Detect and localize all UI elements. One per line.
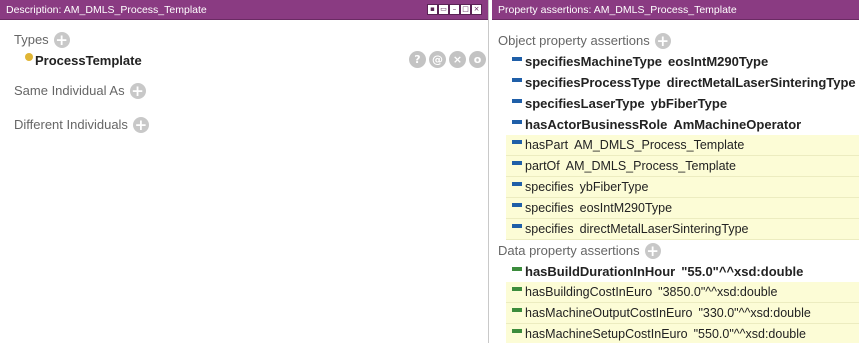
- add-same-individual-button[interactable]: +: [129, 83, 146, 99]
- data-property-icon: [512, 329, 522, 333]
- assertion-row[interactable]: hasBuildingCostInEuro "3850.0"^^xsd:doubl…: [506, 282, 859, 303]
- property-name: hasMachineSetupCostInEuro: [525, 326, 688, 341]
- class-dot-icon: [25, 53, 33, 61]
- assertion-row[interactable]: partOf AM_DMLS_Process_Template: [506, 156, 859, 177]
- same-individual-label: Same Individual As: [14, 83, 125, 98]
- maximize-icon[interactable]: □: [460, 4, 471, 15]
- delete-icon[interactable]: ×: [449, 51, 466, 68]
- property-value: "330.0"^^xsd:double: [698, 305, 811, 320]
- edit-icon[interactable]: o: [469, 51, 486, 68]
- property-value: eosIntM290Type: [579, 200, 673, 215]
- property-value: ybFiberType: [650, 96, 728, 111]
- object-property-assertions-label: Object property assertions: [498, 33, 650, 48]
- assertion-row[interactable]: specifiesMachineType eosIntM290Type: [506, 51, 859, 72]
- property-value: "55.0"^^xsd:double: [681, 264, 804, 279]
- data-property-assertions-list: hasBuildDurationInHour "55.0"^^xsd:double…: [506, 261, 859, 343]
- property-name: hasMachineOutputCostInEuro: [525, 305, 693, 320]
- property-name: specifies: [525, 221, 574, 236]
- object-property-icon: [512, 98, 522, 103]
- property-assertions-panel: Property assertions: AM_DMLS_Process_Tem…: [492, 0, 859, 343]
- add-object-property-button[interactable]: +: [654, 33, 671, 49]
- object-property-icon: [512, 161, 522, 165]
- object-property-assertions-list: specifiesMachineType eosIntM290Type specif…: [506, 51, 859, 240]
- property-value: AmMachineOperator: [673, 117, 802, 132]
- assertion-row[interactable]: hasPart AM_DMLS_Process_Template: [506, 135, 859, 156]
- assertion-row[interactable]: specifies directMetalLaserSinteringType: [506, 219, 859, 240]
- same-individual-header: Same Individual As +: [14, 80, 146, 102]
- data-property-assertions-label: Data property assertions: [498, 243, 640, 258]
- property-value: directMetalLaserSinteringType: [666, 75, 856, 90]
- property-value: eosIntM290Type: [668, 54, 769, 69]
- assertion-row[interactable]: specifiesProcessType directMetalLaserSint…: [506, 72, 859, 93]
- property-name: specifies: [525, 179, 574, 194]
- property-value: directMetalLaserSinteringType: [579, 221, 749, 236]
- data-property-assertions-header: Data property assertions +: [498, 240, 661, 262]
- types-label: Types: [14, 32, 49, 47]
- close-icon[interactable]: ×: [471, 4, 482, 15]
- pin-icon[interactable]: ▪: [427, 4, 438, 15]
- description-panel: Description: AM_DMLS_Process_Template ▪ …: [0, 0, 489, 343]
- property-name: specifiesMachineType: [525, 54, 663, 69]
- property-value: AM_DMLS_Process_Template: [574, 137, 745, 152]
- assertion-row[interactable]: specifies eosIntM290Type: [506, 198, 859, 219]
- annotate-icon[interactable]: @: [429, 51, 446, 68]
- object-property-icon: [512, 182, 522, 186]
- minimize-icon[interactable]: –: [449, 4, 460, 15]
- assertion-row[interactable]: hasActorBusinessRole AmMachineOperator: [506, 114, 859, 135]
- object-property-icon: [512, 56, 522, 61]
- property-name: specifiesLaserType: [525, 96, 645, 111]
- different-individuals-label: Different Individuals: [14, 117, 128, 132]
- window-controls: ▪ ▭ – □ ×: [427, 4, 482, 15]
- assertion-row[interactable]: hasMachineOutputCostInEuro "330.0"^^xsd:d…: [506, 303, 859, 324]
- property-value: AM_DMLS_Process_Template: [565, 158, 736, 173]
- property-name: hasBuildDurationInHour: [525, 264, 676, 279]
- property-name: hasActorBusinessRole: [525, 117, 668, 132]
- assertion-row[interactable]: specifiesLaserType ybFiberType: [506, 93, 859, 114]
- data-property-icon: [512, 308, 522, 312]
- type-row-actions: ? @ × o: [409, 51, 486, 68]
- property-name: partOf: [525, 158, 560, 173]
- description-panel-title: Description: AM_DMLS_Process_Template: [6, 4, 207, 16]
- assertion-row[interactable]: hasMachineSetupCostInEuro "550.0"^^xsd:do…: [506, 324, 859, 343]
- assertion-row[interactable]: specifies ybFiberType: [506, 177, 859, 198]
- different-individuals-header: Different Individuals +: [14, 114, 149, 136]
- type-label: ProcessTemplate: [35, 52, 142, 68]
- property-value: "550.0"^^xsd:double: [693, 326, 806, 341]
- property-name: hasBuildingCostInEuro: [525, 284, 653, 299]
- object-property-assertions-header: Object property assertions +: [498, 30, 671, 52]
- object-property-icon: [512, 140, 522, 144]
- assertion-row[interactable]: hasBuildDurationInHour "55.0"^^xsd:double: [506, 261, 859, 282]
- property-name: hasPart: [525, 137, 569, 152]
- types-section-header: Types +: [14, 29, 70, 51]
- property-assertions-title: Property assertions: AM_DMLS_Process_Tem…: [498, 4, 737, 16]
- type-row[interactable]: ProcessTemplate ? @ × o: [14, 50, 486, 70]
- data-property-icon: [512, 287, 522, 291]
- data-property-icon: [512, 266, 522, 271]
- add-data-property-button[interactable]: +: [644, 243, 661, 259]
- property-name: specifiesProcessType: [525, 75, 661, 90]
- object-property-icon: [512, 203, 522, 207]
- property-name: specifies: [525, 200, 574, 215]
- restore-icon[interactable]: ▭: [438, 4, 449, 15]
- object-property-icon: [512, 224, 522, 228]
- property-value: ybFiberType: [579, 179, 649, 194]
- add-different-individual-button[interactable]: +: [132, 117, 149, 133]
- object-property-icon: [512, 77, 522, 82]
- property-assertions-titlebar: Property assertions: AM_DMLS_Process_Tem…: [492, 0, 859, 20]
- description-panel-titlebar: Description: AM_DMLS_Process_Template ▪ …: [0, 0, 488, 20]
- property-value: "3850.0"^^xsd:double: [658, 284, 778, 299]
- add-type-button[interactable]: +: [53, 32, 70, 48]
- explain-icon[interactable]: ?: [409, 51, 426, 68]
- object-property-icon: [512, 119, 522, 124]
